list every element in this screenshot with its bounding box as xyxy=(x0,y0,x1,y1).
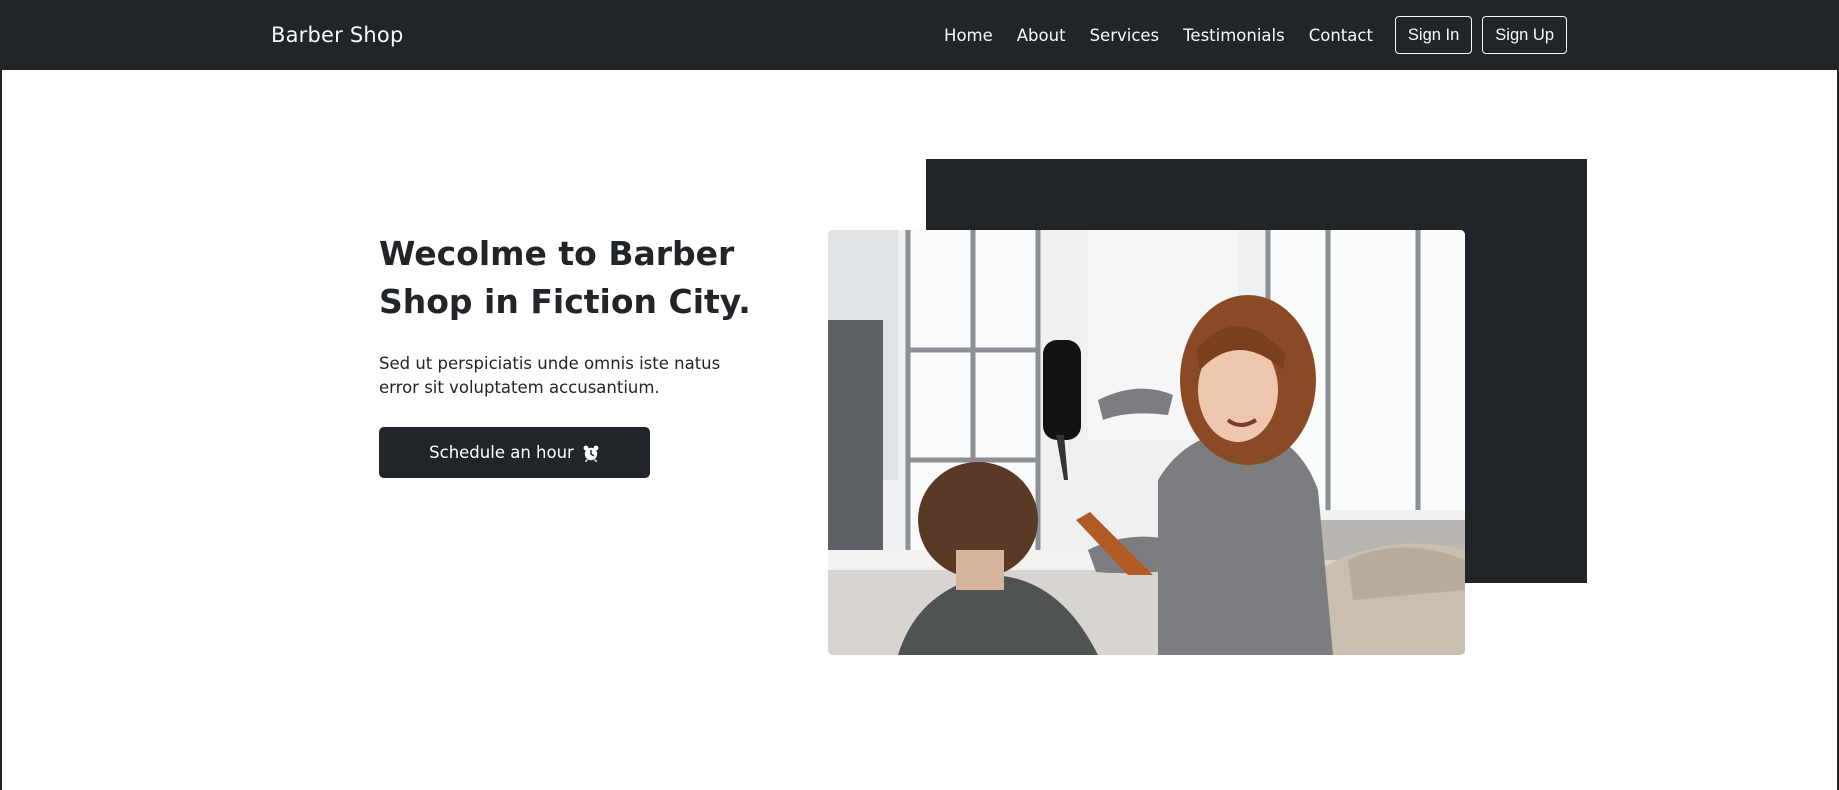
hero-title: Wecolme to Barber Shop in Fiction City. xyxy=(379,230,759,326)
nav-links: Home About Services Testimonials Contact… xyxy=(944,0,1567,70)
nav-link-services[interactable]: Services xyxy=(1090,26,1160,45)
schedule-hour-label: Schedule an hour xyxy=(429,443,574,462)
hero-text: Wecolme to Barber Shop in Fiction City. … xyxy=(379,230,759,478)
navbar: Barber Shop Home About Services Testimon… xyxy=(2,0,1837,70)
sign-up-button[interactable]: Sign Up xyxy=(1482,16,1567,54)
schedule-hour-button[interactable]: Schedule an hour xyxy=(379,427,650,478)
hero-subtitle: Sed ut perspiciatis unde omnis iste natu… xyxy=(379,352,759,400)
brand-logo[interactable]: Barber Shop xyxy=(271,0,404,70)
nav-link-about[interactable]: About xyxy=(1017,26,1066,45)
page-frame: Barber Shop Home About Services Testimon… xyxy=(0,0,1839,790)
hero-subtitle-line-1: Sed ut perspiciatis unde omnis iste natu… xyxy=(379,354,721,373)
hero-title-line-2: Shop in Fiction City. xyxy=(379,282,751,321)
nav-link-contact[interactable]: Contact xyxy=(1309,26,1373,45)
hero-subtitle-line-2: error sit voluptatem accusantium. xyxy=(379,378,660,397)
nav-link-home[interactable]: Home xyxy=(944,26,993,45)
hero-photo-hairdresser xyxy=(828,230,1465,655)
nav-link-testimonials[interactable]: Testimonials xyxy=(1183,26,1285,45)
sign-in-button[interactable]: Sign In xyxy=(1394,16,1473,54)
alarm-clock-icon xyxy=(582,444,600,462)
hero-title-line-1: Wecolme to Barber xyxy=(379,234,735,273)
